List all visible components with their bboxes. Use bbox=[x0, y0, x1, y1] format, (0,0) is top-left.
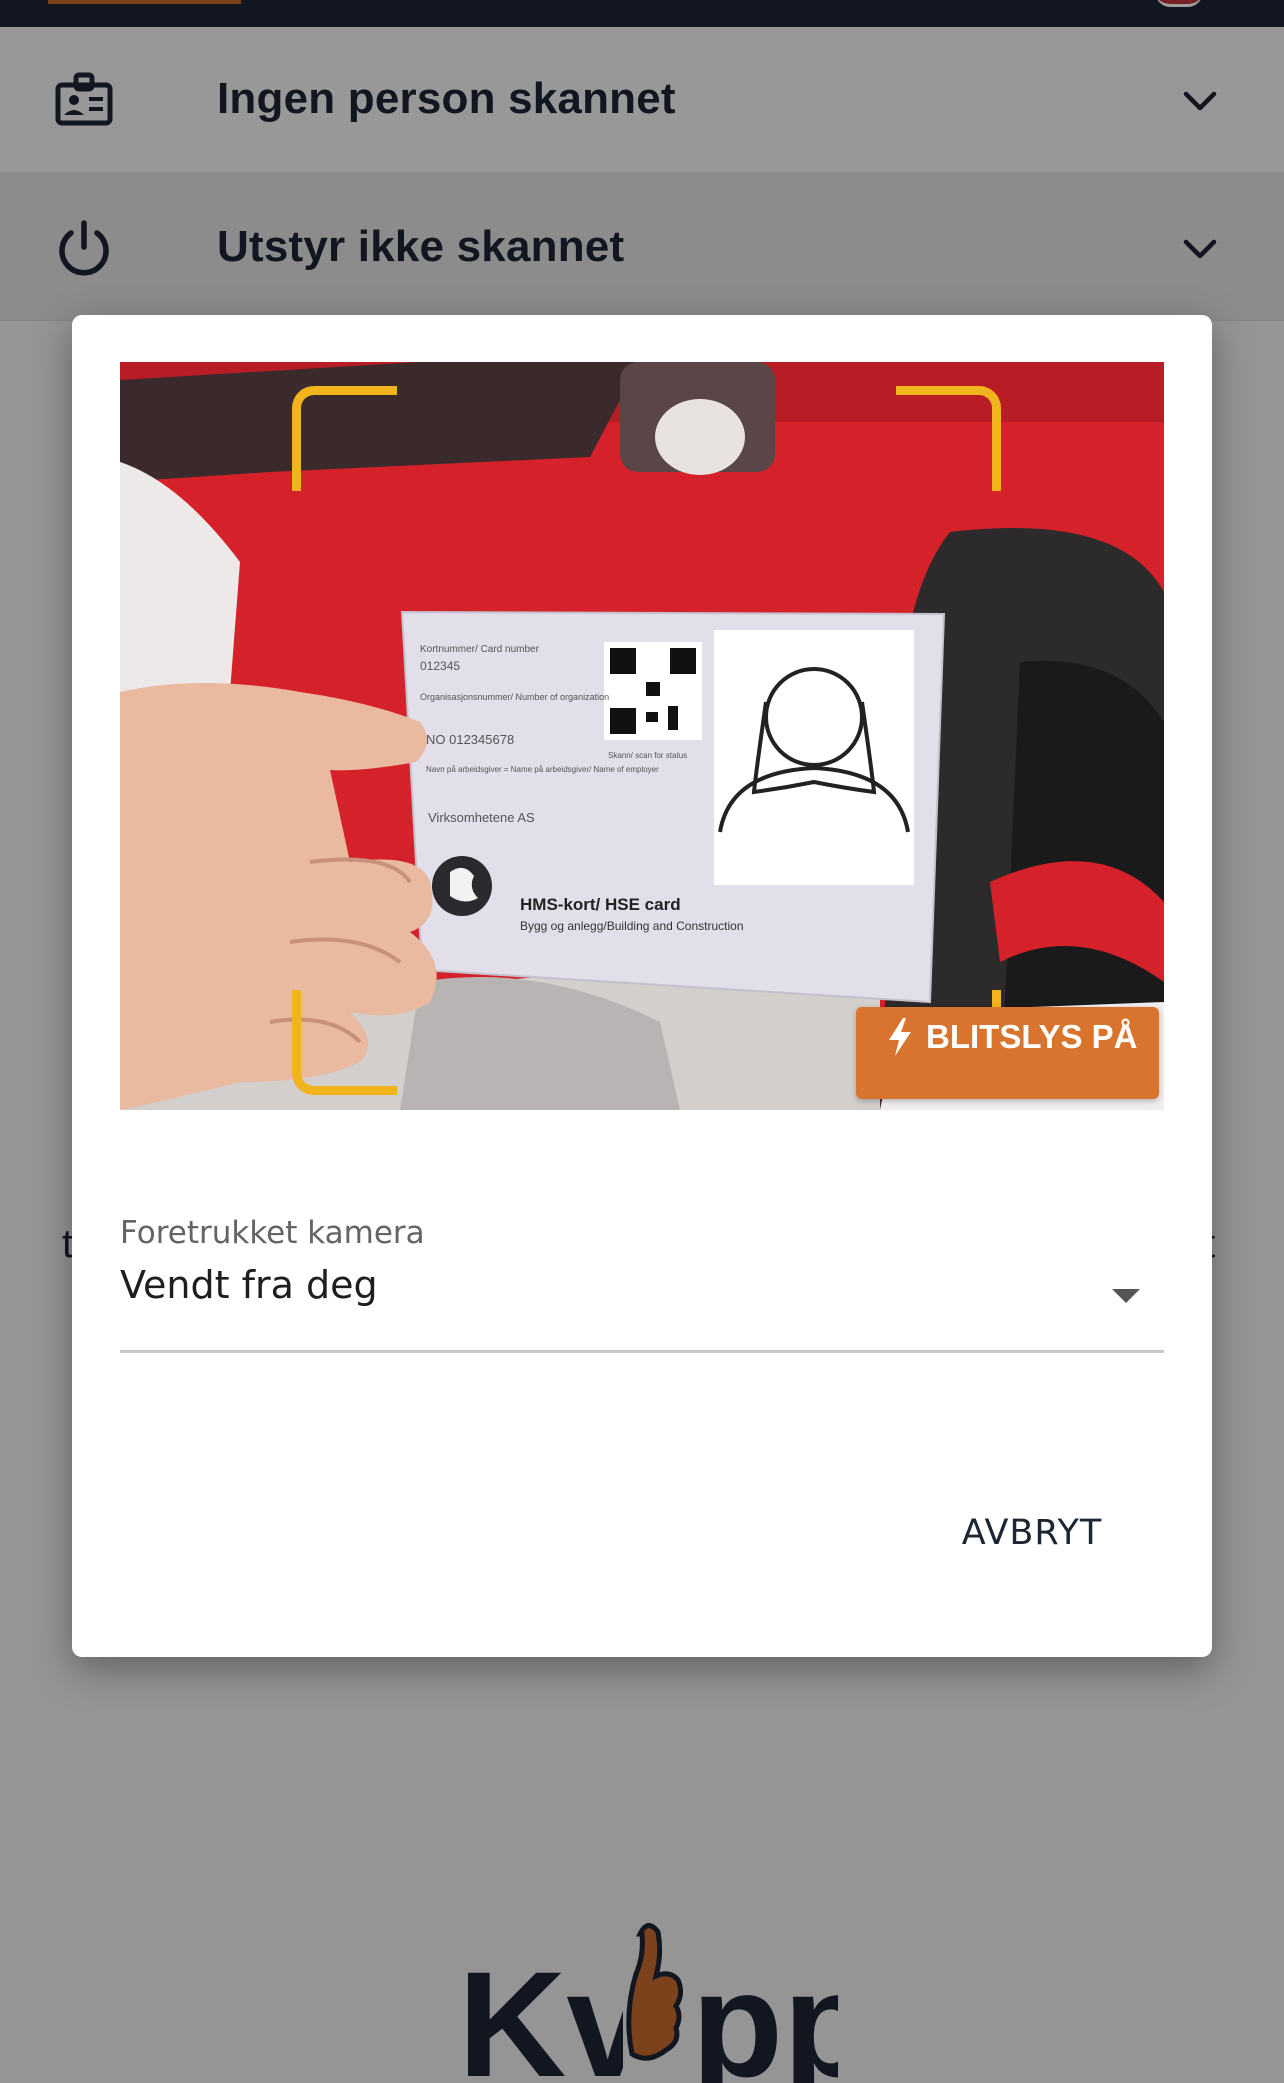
svg-text:Bygg og anlegg/Building and Co: Bygg og anlegg/Building and Construction bbox=[520, 919, 744, 933]
lightning-bolt-icon bbox=[889, 1018, 911, 1056]
scan-frame-corner bbox=[292, 386, 397, 491]
svg-text:NO 012345678: NO 012345678 bbox=[426, 732, 514, 747]
svg-text:Kortnummer/ Card number: Kortnummer/ Card number bbox=[420, 644, 540, 655]
cancel-button[interactable]: AVBRYT bbox=[942, 1500, 1122, 1564]
preferred-camera-label: Foretrukket kamera bbox=[120, 1215, 425, 1251]
camera-feed-image: Kortnummer/ Card number 012345 Organisas… bbox=[120, 362, 1164, 1110]
scan-frame-corner bbox=[896, 386, 1001, 491]
preferred-camera-value: Vendt fra deg bbox=[120, 1263, 378, 1307]
hse-card: Kortnummer/ Card number 012345 Organisas… bbox=[400, 610, 946, 1004]
flash-toggle-button[interactable]: BLITSLYS PÅ bbox=[856, 1007, 1159, 1099]
svg-text:Navn på arbeidsgiver = Name på: Navn på arbeidsgiver = Name på arbeidsgi… bbox=[426, 765, 659, 774]
dropdown-arrow-icon[interactable] bbox=[1110, 1287, 1142, 1305]
svg-text:Organisasjonsnummer/ Number of: Organisasjonsnummer/ Number of organizat… bbox=[420, 692, 609, 702]
camera-preview[interactable]: Kortnummer/ Card number 012345 Organisas… bbox=[120, 362, 1164, 1110]
svg-text:012345: 012345 bbox=[420, 659, 460, 673]
svg-text:Virksomhetene AS: Virksomhetene AS bbox=[428, 810, 535, 825]
svg-text:HMS-kort/ HSE card: HMS-kort/ HSE card bbox=[520, 895, 681, 914]
scan-dialog: Kortnummer/ Card number 012345 Organisas… bbox=[72, 315, 1212, 1657]
flash-toggle-label: BLITSLYS PÅ bbox=[926, 1018, 1138, 1055]
svg-text:Skann/ scan for status: Skann/ scan for status bbox=[608, 751, 687, 760]
scan-frame-corner bbox=[292, 990, 397, 1095]
preferred-camera-select[interactable]: Foretrukket kamera Vendt fra deg bbox=[120, 1215, 1164, 1353]
